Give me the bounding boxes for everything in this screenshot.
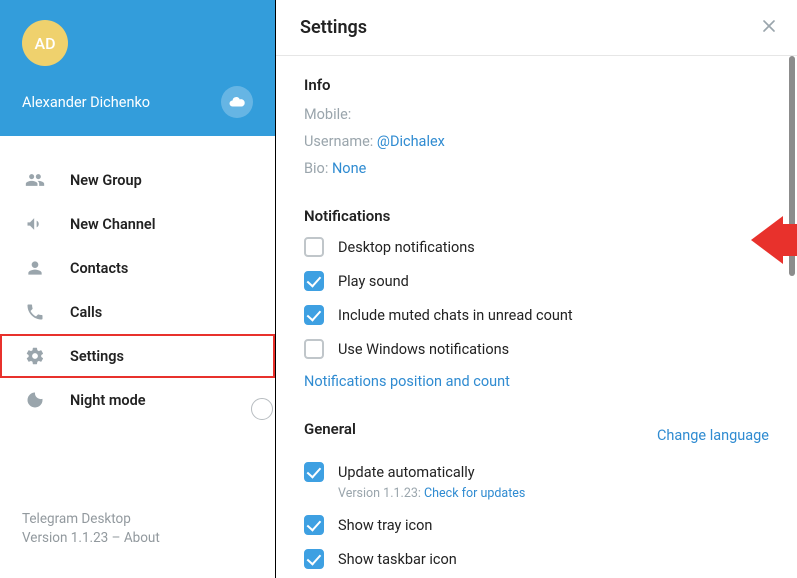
option-desktop-notifications[interactable]: Desktop notifications	[304, 237, 769, 257]
option-label: Use Windows notifications	[338, 341, 509, 358]
info-label: Username:	[304, 133, 373, 150]
user-name: Alexander Dichenko	[22, 94, 150, 111]
sidebar-item-label: Contacts	[70, 260, 128, 277]
option-show-taskbar-icon[interactable]: Show taskbar icon	[304, 549, 769, 569]
info-bio: Bio: None	[304, 160, 769, 177]
sidebar-item-new-group[interactable]: New Group	[0, 158, 275, 202]
option-update-automatically[interactable]: Update automatically	[304, 462, 769, 482]
notifications-position-link[interactable]: Notifications position and count	[304, 373, 769, 390]
section-info: Info Mobile: Username: @Dichalex Bio: No…	[304, 76, 769, 177]
option-label: Play sound	[338, 273, 409, 290]
checkbox[interactable]	[304, 515, 324, 535]
sidebar: AD Alexander Dichenko New Group New Chan…	[0, 0, 276, 578]
info-mobile: Mobile:	[304, 106, 769, 123]
check-updates-link[interactable]: Check for updates	[424, 486, 525, 501]
sidebar-item-label: Settings	[70, 348, 124, 365]
sidebar-item-night-mode[interactable]: Night mode	[0, 378, 275, 422]
sidebar-item-label: New Channel	[70, 216, 156, 233]
checkbox[interactable]	[304, 462, 324, 482]
change-language-link[interactable]: Change language	[657, 427, 769, 444]
option-show-tray-icon[interactable]: Show tray icon	[304, 515, 769, 535]
panel-header: Settings	[276, 0, 797, 56]
option-label: Include muted chats in unread count	[338, 307, 573, 324]
sidebar-item-contacts[interactable]: Contacts	[0, 246, 275, 290]
bio-link[interactable]: None	[332, 160, 366, 177]
sidebar-header: AD Alexander Dichenko	[0, 0, 275, 136]
moon-icon	[24, 390, 46, 410]
sidebar-item-settings[interactable]: Settings	[0, 334, 275, 378]
checkbox[interactable]	[304, 549, 324, 569]
option-play-sound[interactable]: Play sound	[304, 271, 769, 291]
checkbox[interactable]	[304, 305, 324, 325]
username-link[interactable]: @Dichalex	[377, 133, 445, 150]
sidebar-item-label: Night mode	[70, 392, 146, 409]
section-heading: Notifications	[304, 207, 769, 225]
scrollbar[interactable]	[789, 56, 795, 276]
version-text: Version 1.1.23:	[338, 486, 424, 501]
option-label: Show taskbar icon	[338, 551, 457, 568]
settings-panel: Settings Info Mobile: Username: @Dichale…	[276, 0, 797, 578]
option-label: Desktop notifications	[338, 239, 475, 256]
checkbox[interactable]	[304, 271, 324, 291]
section-general: General Change language Update automatic…	[304, 420, 769, 569]
app-name: Telegram Desktop	[22, 510, 253, 529]
checkbox[interactable]	[304, 339, 324, 359]
section-notifications: Notifications Desktop notifications Play …	[304, 207, 769, 390]
version-subtext: Version 1.1.23: Check for updates	[338, 486, 769, 501]
sidebar-footer: Telegram Desktop Version 1.1.23 – About	[0, 510, 275, 578]
phone-icon	[24, 302, 46, 322]
info-username: Username: @Dichalex	[304, 133, 769, 150]
app-version[interactable]: Version 1.1.23 – About	[22, 529, 253, 548]
info-label: Bio:	[304, 160, 328, 177]
sidebar-menu: New Group New Channel Contacts Calls	[0, 136, 275, 510]
sidebar-item-calls[interactable]: Calls	[0, 290, 275, 334]
sidebar-item-label: New Group	[70, 172, 142, 189]
checkbox[interactable]	[304, 237, 324, 257]
panel-body: Info Mobile: Username: @Dichalex Bio: No…	[276, 56, 797, 578]
section-heading: General	[304, 420, 356, 438]
page-title: Settings	[300, 17, 367, 38]
gear-icon	[24, 346, 46, 366]
option-label: Show tray icon	[338, 517, 432, 534]
sidebar-item-label: Calls	[70, 304, 102, 321]
avatar[interactable]: AD	[22, 20, 68, 66]
option-label: Update automatically	[338, 464, 475, 481]
option-use-windows-notifications[interactable]: Use Windows notifications	[304, 339, 769, 359]
cloud-icon[interactable]	[221, 86, 253, 118]
group-icon	[24, 170, 46, 190]
close-icon[interactable]	[759, 16, 779, 41]
megaphone-icon	[24, 214, 46, 234]
section-heading: Info	[304, 76, 769, 94]
option-include-muted-chats-in-unread-count[interactable]: Include muted chats in unread count	[304, 305, 769, 325]
person-icon	[24, 258, 46, 278]
sidebar-item-new-channel[interactable]: New Channel	[0, 202, 275, 246]
